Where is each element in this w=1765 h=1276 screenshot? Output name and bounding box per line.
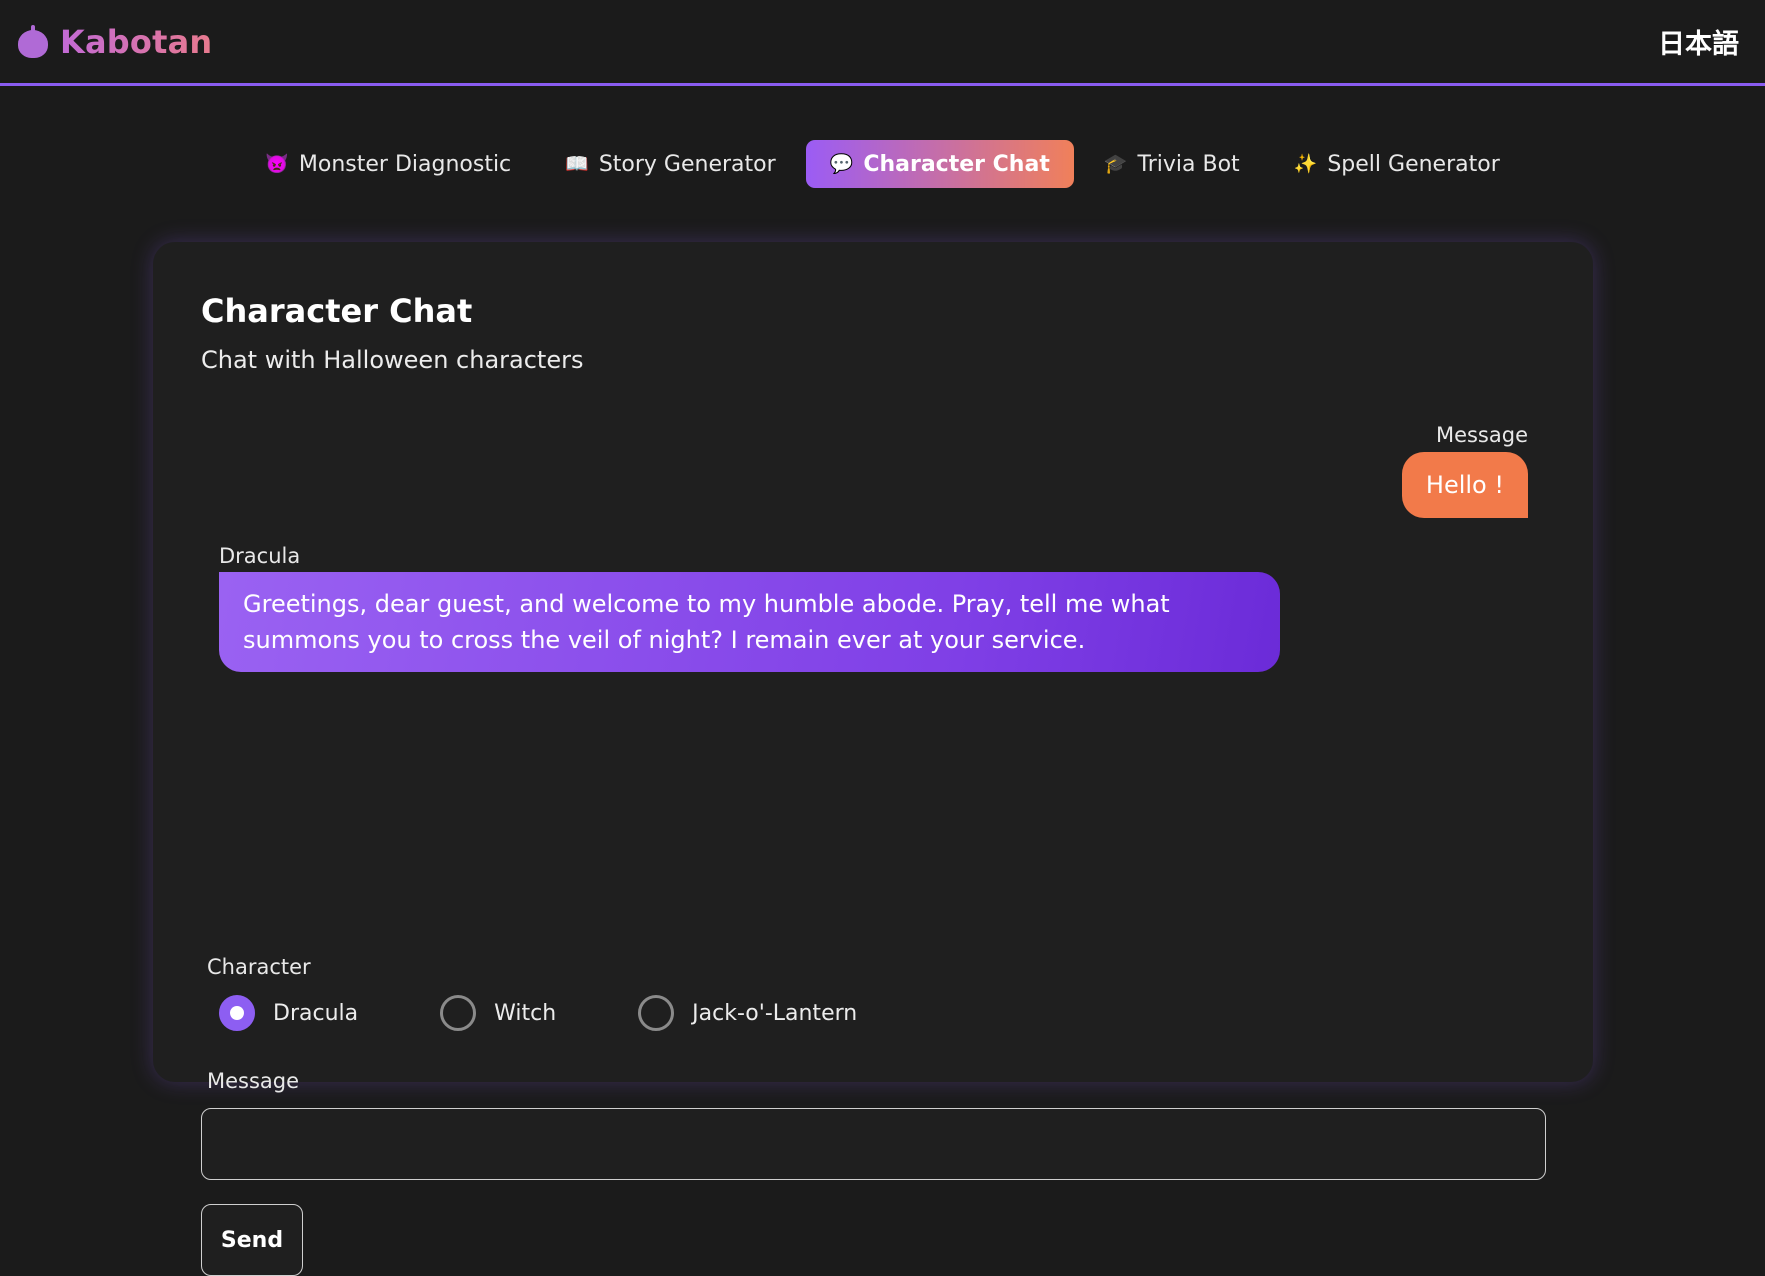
tab-label: Trivia Bot [1137, 151, 1240, 177]
radio-button-checked[interactable] [219, 995, 255, 1031]
message-input[interactable] [201, 1108, 1546, 1180]
app-header: Kabotan 日本語 [0, 0, 1765, 86]
radio-label: Witch [494, 1000, 557, 1026]
tab-label: Character Chat [863, 151, 1050, 177]
bot-name-label: Dracula [219, 544, 301, 568]
tab-trivia-bot[interactable]: 🎓 Trivia Bot [1080, 140, 1264, 188]
tab-bar: 👿 Monster Diagnostic 📖 Story Generator 💬… [0, 140, 1765, 188]
speech-bubble-icon: 💬 [829, 152, 854, 175]
graduation-cap-icon: 🎓 [1103, 152, 1128, 175]
tab-label: Spell Generator [1327, 151, 1500, 177]
message-input-label: Message [207, 1069, 300, 1093]
user-message-bubble: Hello ! [1401, 452, 1528, 518]
radio-label: Jack-o'-Lantern [692, 1000, 858, 1026]
tab-character-chat[interactable]: 💬 Character Chat [805, 140, 1074, 188]
sparkles-icon: ✨ [1293, 152, 1318, 175]
radio-option-dracula[interactable]: Dracula [219, 995, 358, 1031]
page-title: Character Chat [201, 292, 473, 330]
radio-button[interactable] [638, 995, 675, 1031]
bot-message-bubble: Greetings, dear guest, and welcome to my… [219, 572, 1280, 672]
pumpkin-icon [18, 24, 48, 58]
book-icon: 📖 [565, 152, 589, 175]
user-message-label: Message [1435, 423, 1528, 447]
brand[interactable]: Kabotan [18, 23, 212, 61]
brand-name: Kabotan [60, 22, 213, 61]
tab-story-generator[interactable]: 📖 Story Generator [541, 140, 800, 188]
language-toggle[interactable]: 日本語 [1658, 22, 1739, 61]
radio-option-jack-o-lantern[interactable]: Jack-o'-Lantern [638, 995, 857, 1031]
devil-icon: 👿 [265, 152, 289, 175]
tab-spell-generator[interactable]: ✨ Spell Generator [1270, 140, 1524, 188]
send-button[interactable]: Send [201, 1204, 303, 1276]
tab-label: Monster Diagnostic [298, 151, 512, 177]
tab-monster-diagnostic[interactable]: 👿 Monster Diagnostic [241, 140, 535, 188]
page-subtitle: Chat with Halloween characters [201, 346, 584, 374]
character-chat-card: Character Chat Chat with Halloween chara… [153, 242, 1593, 1276]
radio-button[interactable] [440, 995, 477, 1031]
radio-option-witch[interactable]: Witch [440, 995, 556, 1031]
character-radio-group: Dracula Witch Jack-o'-Lantern [219, 994, 939, 1032]
radio-label: Dracula [273, 1000, 359, 1026]
tab-label: Story Generator [598, 151, 776, 177]
character-label: Character [207, 955, 311, 979]
